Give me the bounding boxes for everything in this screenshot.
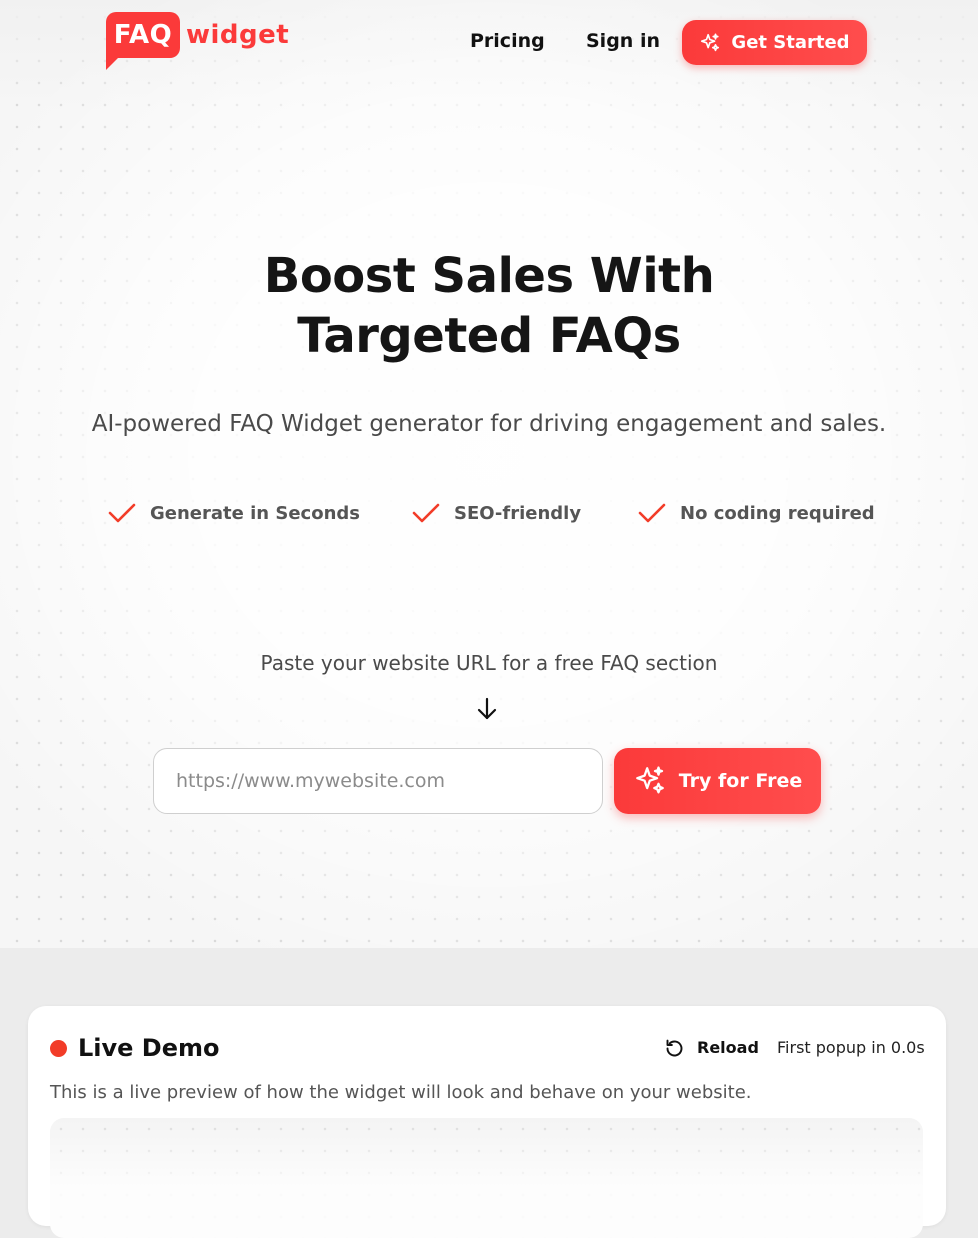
live-demo-title: Live Demo	[78, 1034, 220, 1062]
paste-url-label: Paste your website URL for a free FAQ se…	[260, 651, 718, 675]
live-demo-card: Live Demo Reload First popup in 0.0s Thi…	[28, 1006, 946, 1238]
try-for-free-button[interactable]: Try for Free	[614, 748, 821, 814]
nav-pricing-link[interactable]: Pricing	[470, 26, 545, 56]
feature-item: SEO-friendly	[412, 498, 581, 528]
sparkle-icon	[635, 766, 664, 794]
sparkle-icon	[701, 32, 720, 51]
feature-label: SEO-friendly	[454, 502, 582, 524]
feature-item: No coding required	[638, 498, 875, 528]
check-icon	[108, 503, 136, 523]
headline-line-1: Boost Sales With	[263, 248, 715, 304]
headline-line-2: Targeted FAQs	[297, 308, 681, 364]
reload-label: Reload	[697, 1038, 759, 1057]
reload-icon	[666, 1039, 683, 1056]
page-title: Boost Sales With Targeted FAQs	[0, 246, 978, 366]
live-demo-description: This is a live preview of how the widget…	[50, 1082, 752, 1103]
get-started-label: Get Started	[731, 32, 850, 53]
feature-label: Generate in Seconds	[150, 502, 360, 524]
website-url-input[interactable]	[153, 748, 603, 814]
nav-sign-in-link[interactable]: Sign in	[586, 26, 660, 56]
check-icon	[412, 503, 440, 523]
get-started-button[interactable]: Get Started	[682, 20, 867, 65]
hero-subheadline: AI-powered FAQ Widget generator for driv…	[91, 411, 887, 437]
popup-timer: First popup in 0.0s	[777, 1038, 925, 1057]
check-icon	[638, 503, 666, 523]
feature-label: No coding required	[680, 502, 875, 524]
widget-preview-area	[50, 1118, 923, 1238]
logo-word: widget	[186, 20, 290, 50]
live-status-dot	[50, 1040, 67, 1057]
logo[interactable]: FAQ widget	[106, 12, 296, 72]
arrow-down-icon	[477, 697, 497, 720]
logo-badge-text: FAQ	[113, 20, 173, 50]
feature-item: Generate in Seconds	[108, 498, 360, 528]
reload-button[interactable]: Reload	[664, 1036, 759, 1060]
try-for-free-label: Try for Free	[678, 770, 803, 792]
